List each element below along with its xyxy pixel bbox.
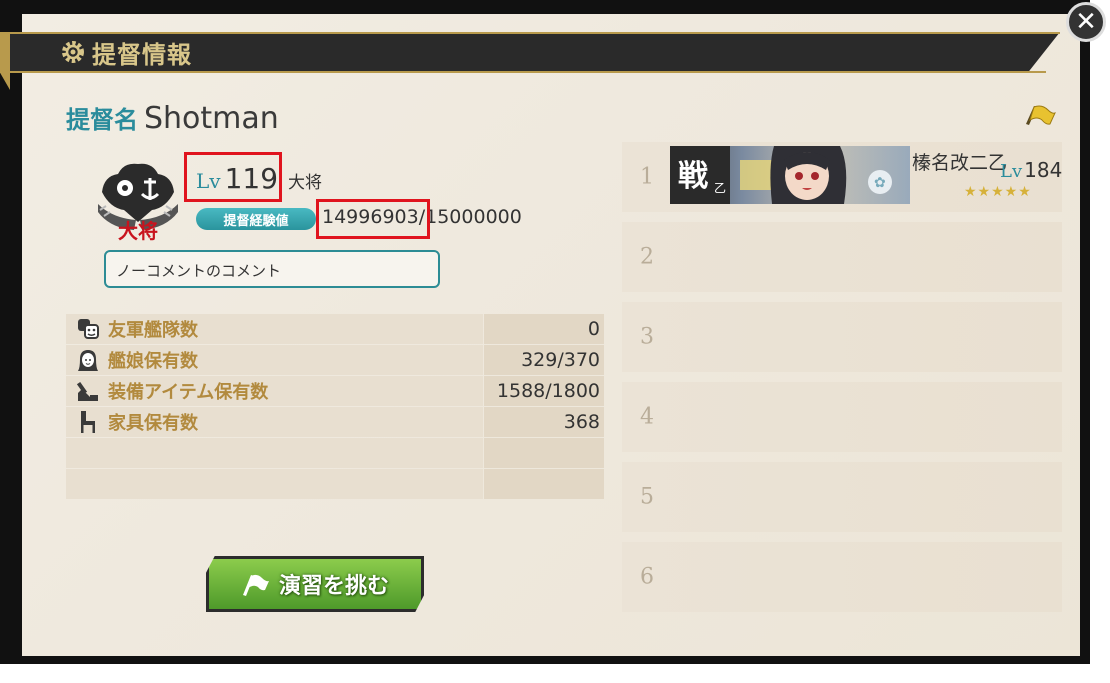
furniture-icon [81,411,95,433]
stat-label-cell [66,469,483,499]
stat-label-cell: 艦娘保有数 [66,345,483,375]
header-stripe-bottom [6,71,1046,73]
fleet-slot-4[interactable]: 4 [622,382,1062,452]
stat-label-cell [66,438,483,468]
exercise-button[interactable]: 演習を挑む [206,556,424,612]
shipgirl-icon [78,350,98,371]
fleet-slot-3[interactable]: 3 [622,302,1062,372]
close-button[interactable]: ✕ [1066,2,1106,42]
stat-label: 家具保有数 [108,413,198,434]
comment-field[interactable]: ノーコメントのコメント [104,250,440,288]
exp-max: 15000000 [425,206,522,228]
admiral-name: Shotman [144,101,279,136]
stat-label-cell: 家具保有数 [66,407,483,437]
stat-value: 1588/1800 [484,376,604,406]
ship-level: Lv 184 [1000,158,1062,182]
flag-icon[interactable] [241,571,271,597]
gear-icon [62,41,84,63]
slot-number: 6 [640,564,654,590]
exp-badge: 提督経験値 [196,208,316,230]
stat-row-empty [66,469,604,499]
slot-number: 4 [640,404,654,430]
stat-value [484,438,604,468]
ship-class-sub: 乙 [714,181,726,195]
stats-table: 友軍艦隊数 0 艦娘保有数 329/370 装備アイテム保有数 1588/180… [66,314,604,500]
ship-level-label: Lv [1000,161,1023,182]
rank-emblem-text: 大将 [118,219,158,243]
friend-fleet-icon [78,319,99,339]
stat-value: 329/370 [484,345,604,375]
ship-level-value: 184 [1024,158,1063,182]
ship-stars: ★★★★★ [964,184,1032,200]
ship-class-tag: 戦 [678,159,708,194]
exp-highlight-box [316,199,430,239]
stat-row-furniture: 家具保有数 368 [66,407,604,437]
stat-value [484,469,604,499]
stat-row-equipment: 装備アイテム保有数 1588/1800 [66,376,604,406]
fleet-slots: 1 戦 乙 ✿ 榛名改二乙 Lv 184 ★★★★★ 2 3 4 5 6 [622,142,1062,622]
flag-icon[interactable] [1024,104,1056,128]
stat-row-friend-fleets: 友軍艦隊数 0 [66,314,604,344]
equipment-icon [76,381,98,401]
fleet-slot-5[interactable]: 5 [622,462,1062,532]
exercise-button-label[interactable]: 演習を挑む [279,568,389,600]
rank-emblem: 大将 [98,163,178,243]
stat-value: 0 [484,314,604,344]
stat-label: 友軍艦隊数 [108,320,198,341]
stat-label-cell: 装備アイテム保有数 [66,376,483,406]
slot-number: 5 [640,484,654,510]
admiral-name-row: 提督名 Shotman [66,100,279,136]
slot-number: 3 [640,324,654,350]
slot-number: 1 [640,164,654,190]
stat-label: 艦娘保有数 [108,351,198,372]
close-icon[interactable]: ✕ [1075,7,1097,37]
stat-label-cell: 友軍艦隊数 [66,314,483,344]
ship-banner[interactable]: 戦 乙 ✿ [670,146,910,204]
level-highlight-box [184,152,282,202]
decor-icon: ✿ [874,175,886,191]
admiral-rank: 大将 [288,173,323,193]
fleet-slot-1[interactable]: 1 戦 乙 ✿ 榛名改二乙 Lv 184 ★★★★★ [622,142,1062,212]
admiral-name-label: 提督名 [66,105,138,134]
stat-value: 368 [484,407,604,437]
ship-name: 榛名改二乙 [912,152,1008,174]
stat-label: 装備アイテム保有数 [108,382,269,403]
stat-row-empty [66,438,604,468]
fleet-slot-2[interactable]: 2 [622,222,1062,292]
header-title: 提督情報 [60,34,192,70]
fleet-slot-6[interactable]: 6 [622,542,1062,612]
header-title-text: 提督情報 [92,39,192,69]
stat-row-shipgirls: 艦娘保有数 329/370 [66,345,604,375]
slot-number: 2 [640,244,654,270]
